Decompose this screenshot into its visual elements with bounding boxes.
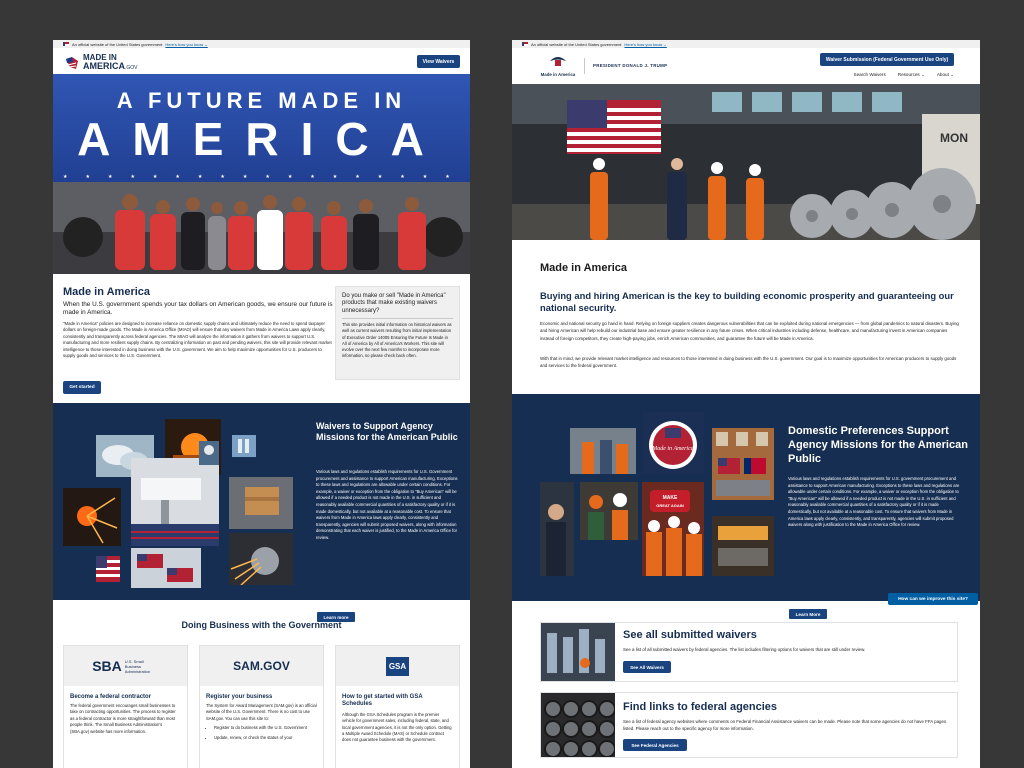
agencies-card-body: See a list of federal agency websites wh…: [623, 719, 947, 731]
waivers-card-body: See a list of all submitted waivers by f…: [623, 647, 866, 652]
hero-stars-row: ★★★★★★★★★★★★★★★★★★★★: [63, 174, 460, 180]
see-federal-agencies-button[interactable]: See Federal Agencies: [623, 739, 687, 751]
gov-banner-link[interactable]: Here's how you know ⌄: [624, 42, 666, 47]
info-aside: Do you make or sell "Made in America" pr…: [335, 286, 460, 380]
domestic-body: Various laws and regulations establish r…: [788, 476, 960, 528]
nav-about[interactable]: About ⌄: [937, 72, 954, 78]
business-title: Doing Business with the Government: [181, 620, 342, 630]
sam-card-title: Register your business: [206, 694, 273, 700]
gov-banner-text: An official website of the United States…: [72, 41, 163, 47]
gsa-card: GSA How to get started with GSA Schedule…: [335, 645, 460, 768]
sam-card-body: The System for Award Management (SAM.gov…: [206, 703, 317, 721]
intro-paragraph-2: With that in mind, we provide relevant m…: [540, 356, 957, 369]
see-all-waivers-button[interactable]: See All Waivers: [623, 661, 671, 673]
svg-text:MON: MON: [940, 131, 968, 145]
intro-subtitle: Buying and hiring American is the key to…: [540, 290, 954, 313]
agencies-card-title: Find links to federal agencies: [623, 701, 778, 713]
collage-package-photo: [229, 477, 293, 529]
gov-banner: An official website of the United States…: [53, 40, 470, 48]
gsa-card-body: Although the GSA Schedules program is th…: [342, 711, 452, 743]
logo-line2: AMERICA: [83, 61, 125, 71]
intro-subtitle: When the U.S. government spends your tax…: [63, 301, 333, 316]
logo-text: Made in America: [540, 72, 576, 77]
eagle-logo-icon: [550, 57, 566, 66]
agencies-card-photo: [541, 693, 615, 757]
aside-title: Do you make or sell "Made in America" pr…: [342, 293, 446, 314]
aside-body: This site provides initial information o…: [342, 322, 452, 359]
hat-text: MAKE: [663, 495, 678, 501]
logo-suffix: .GOV: [125, 65, 138, 71]
hero-banner: A FUTURE MADE IN AMERICA ★★★★★★★★★★★★★★★…: [53, 74, 470, 274]
sba-logo-sub: U.S. Small Business Administration: [124, 658, 151, 674]
collage-steel-photo: [712, 516, 774, 576]
intro-title: Made in America: [540, 262, 628, 274]
gov-banner-text: An official website of the United States…: [531, 41, 622, 47]
waivers-section: Waivers to Support Agency Missions for t…: [53, 403, 470, 623]
domestic-learn-more-button[interactable]: Learn More: [788, 608, 828, 620]
sam-logo-area: SAM.GOV: [200, 646, 323, 686]
gov-banner-link[interactable]: Here's how you know ⌄: [165, 42, 207, 47]
main-nav: Search Waivers Resources ⌄ About ⌄: [854, 72, 955, 78]
sba-logo: SBA: [92, 658, 122, 674]
right-page-screenshot: An official website of the United States…: [512, 40, 980, 768]
flag-logo-icon: [66, 57, 78, 69]
submitted-waivers-card: See all submitted waivers See a list of …: [540, 622, 958, 682]
federal-agencies-card: Find links to federal agencies See a lis…: [540, 692, 958, 758]
nav-search-waivers[interactable]: Search Waivers: [854, 72, 886, 78]
gsa-card-title: How to get started with GSA Schedules: [342, 694, 423, 708]
site-header: Made in America PRESIDENT DONALD J. TRUM…: [512, 48, 980, 84]
site-logo[interactable]: MADE IN AMERICA .GOV: [64, 54, 138, 72]
nav-resources[interactable]: Resources ⌄: [898, 72, 925, 78]
intro-body: "Made in America" policies are designed …: [63, 321, 332, 359]
collage-vials-photo: [232, 435, 256, 457]
us-flag-icon: [522, 42, 528, 46]
us-flag-icon: [63, 42, 69, 46]
collage-hardhats-photo: [580, 482, 638, 540]
sam-logo: SAM.GOV: [233, 659, 290, 673]
collage-maga-rally-photo: MAKE GREAT AGAIN: [642, 482, 704, 576]
view-waivers-button[interactable]: View Waivers: [417, 55, 460, 68]
sba-card-body: The federal government encourages small …: [70, 703, 176, 734]
domestic-preferences-section: Made in America MAKE GREAT AGAIN Domestic…: [512, 394, 980, 620]
collage-flags-photo: [131, 548, 201, 588]
sam-bullet-2: Update, renew, or check the status of yo…: [214, 735, 317, 741]
sba-logo-area: SBA U.S. Small Business Administration: [64, 646, 187, 686]
collage-workers-photo: [570, 428, 636, 474]
hat-text-2: GREAT AGAIN: [656, 503, 684, 508]
gov-banner: An official website of the United States…: [512, 40, 980, 48]
hero-workers-photo: [53, 182, 470, 274]
site-logo[interactable]: Made in America: [538, 53, 578, 79]
collage-crowd-photo: [540, 482, 574, 576]
collage-sparks-photo: [63, 488, 121, 546]
collage-grinder-photo: [229, 533, 293, 585]
intro-paragraph-1: Economic and national security go hand i…: [540, 321, 959, 341]
domestic-title: Domestic Preferences Support Agency Miss…: [788, 425, 968, 465]
waiver-submission-button[interactable]: Waiver Submission (Federal Government Us…: [820, 53, 954, 66]
intro-title: Made in America: [63, 286, 151, 298]
gsa-logo-area: GSA: [336, 646, 459, 686]
waivers-card-photo: [541, 623, 615, 681]
sba-card-title: Become a federal contractor: [70, 694, 152, 700]
sba-card: SBA U.S. Small Business Administration B…: [63, 645, 188, 768]
hero-factory-photo: MON: [512, 84, 980, 240]
sam-bullet-1: Register to do business with the U.S. Go…: [214, 725, 317, 731]
get-started-button[interactable]: Get started: [63, 381, 101, 394]
president-label: PRESIDENT DONALD J. TRUMP: [593, 63, 668, 68]
hero-headline-1: A FUTURE MADE IN: [116, 88, 407, 113]
collage-sewing-photo: [131, 458, 219, 546]
waivers-card-title: See all submitted waivers: [623, 629, 757, 641]
collage-building-flags-photo: [712, 428, 774, 500]
hero-headline-2: AMERICA: [77, 113, 446, 165]
badge-text: Made in America: [651, 446, 694, 452]
waivers-body: Various laws and regulations establish r…: [316, 469, 458, 540]
sam-card: SAM.GOV Register your business The Syste…: [199, 645, 324, 768]
gsa-logo: GSA: [385, 656, 410, 676]
feedback-button[interactable]: How can we improve this site?: [888, 593, 978, 605]
collage-badge-photo: Made in America: [642, 412, 704, 474]
waivers-title: Waivers to Support Agency Missions for t…: [316, 421, 458, 442]
intro-section: Made in America When the U.S. government…: [63, 286, 333, 394]
left-page-screenshot: An official website of the United States…: [53, 40, 470, 768]
collage-flag-small-photo: [96, 556, 120, 582]
collage-doctor-photo: [199, 441, 219, 465]
